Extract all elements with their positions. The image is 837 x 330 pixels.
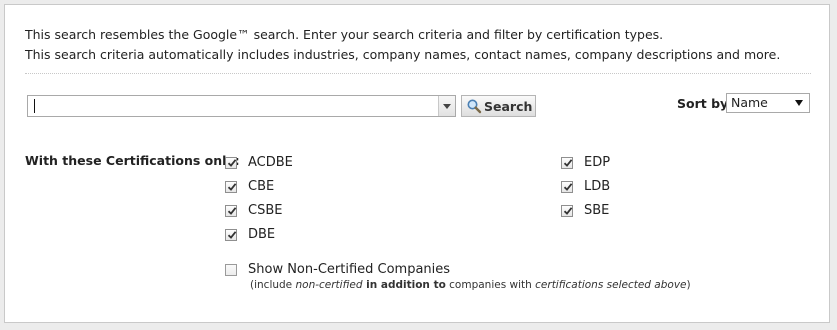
intro-text: This search resembles the Google™ search… (25, 25, 780, 65)
sort-select[interactable]: Name (726, 93, 810, 113)
dropdown-arrow-icon (795, 100, 803, 106)
check-icon (563, 158, 573, 167)
checkbox[interactable] (225, 263, 237, 276)
intro-line-2: This search criteria automatically inclu… (25, 47, 781, 62)
checkbox[interactable] (225, 156, 237, 169)
note-emphasis-1: non-certified (295, 279, 363, 291)
check-icon (227, 158, 237, 167)
note-emphasis-2: certifications selected above (535, 279, 687, 291)
search-input[interactable] (30, 97, 439, 115)
note-mid: companies with (445, 279, 536, 291)
note-close: ) (686, 279, 691, 291)
magnifier-icon (467, 99, 482, 114)
intro-line-1: This search resembles the Google™ search… (25, 27, 664, 42)
cert-label-edp: EDP (584, 155, 611, 170)
certifications-label: With these Certifications only: (25, 153, 240, 168)
note-bold: in addition to (362, 279, 446, 291)
cert-label-csbe: CSBE (248, 203, 283, 218)
search-button[interactable]: Search (461, 95, 536, 117)
checkbox[interactable] (225, 228, 237, 241)
cert-option-ldb[interactable]: LDB (561, 179, 610, 194)
cert-option-cbe[interactable]: CBE (225, 179, 274, 194)
cert-label-ldb: LDB (584, 179, 611, 194)
cert-option-acdbe[interactable]: ACDBE (225, 155, 293, 170)
checkbox[interactable] (561, 180, 573, 193)
non-certified-note: (include non-certified in addition to co… (250, 279, 691, 291)
check-icon (227, 182, 237, 191)
cert-label-sbe: SBE (584, 203, 610, 218)
note-open: (include (250, 279, 296, 291)
checkbox[interactable] (561, 156, 573, 169)
cert-label-dbe: DBE (248, 227, 276, 242)
check-icon (563, 206, 573, 215)
sort-selected-value: Name (731, 95, 768, 110)
divider (25, 73, 811, 74)
search-panel: This search resembles the Google™ search… (4, 4, 830, 323)
cert-label-acdbe: ACDBE (248, 155, 293, 170)
checkbox[interactable] (225, 180, 237, 193)
search-button-label: Search (484, 98, 533, 114)
non-certified-option[interactable]: Show Non-Certified Companies (225, 262, 450, 277)
cert-option-edp[interactable]: EDP (561, 155, 610, 170)
checkbox[interactable] (225, 204, 237, 217)
search-combobox[interactable] (27, 95, 456, 117)
check-icon (227, 206, 237, 215)
text-cursor (34, 99, 35, 113)
search-dropdown-button[interactable] (438, 96, 455, 116)
chevron-down-icon (443, 104, 451, 109)
cert-option-dbe[interactable]: DBE (225, 227, 275, 242)
cert-option-csbe[interactable]: CSBE (225, 203, 282, 218)
non-certified-label: Show Non-Certified Companies (248, 262, 451, 277)
sort-label: Sort by (677, 96, 729, 111)
check-icon (227, 230, 237, 239)
cert-option-sbe[interactable]: SBE (561, 203, 609, 218)
checkbox[interactable] (561, 204, 573, 217)
check-icon (563, 182, 573, 191)
cert-label-cbe: CBE (248, 179, 275, 194)
